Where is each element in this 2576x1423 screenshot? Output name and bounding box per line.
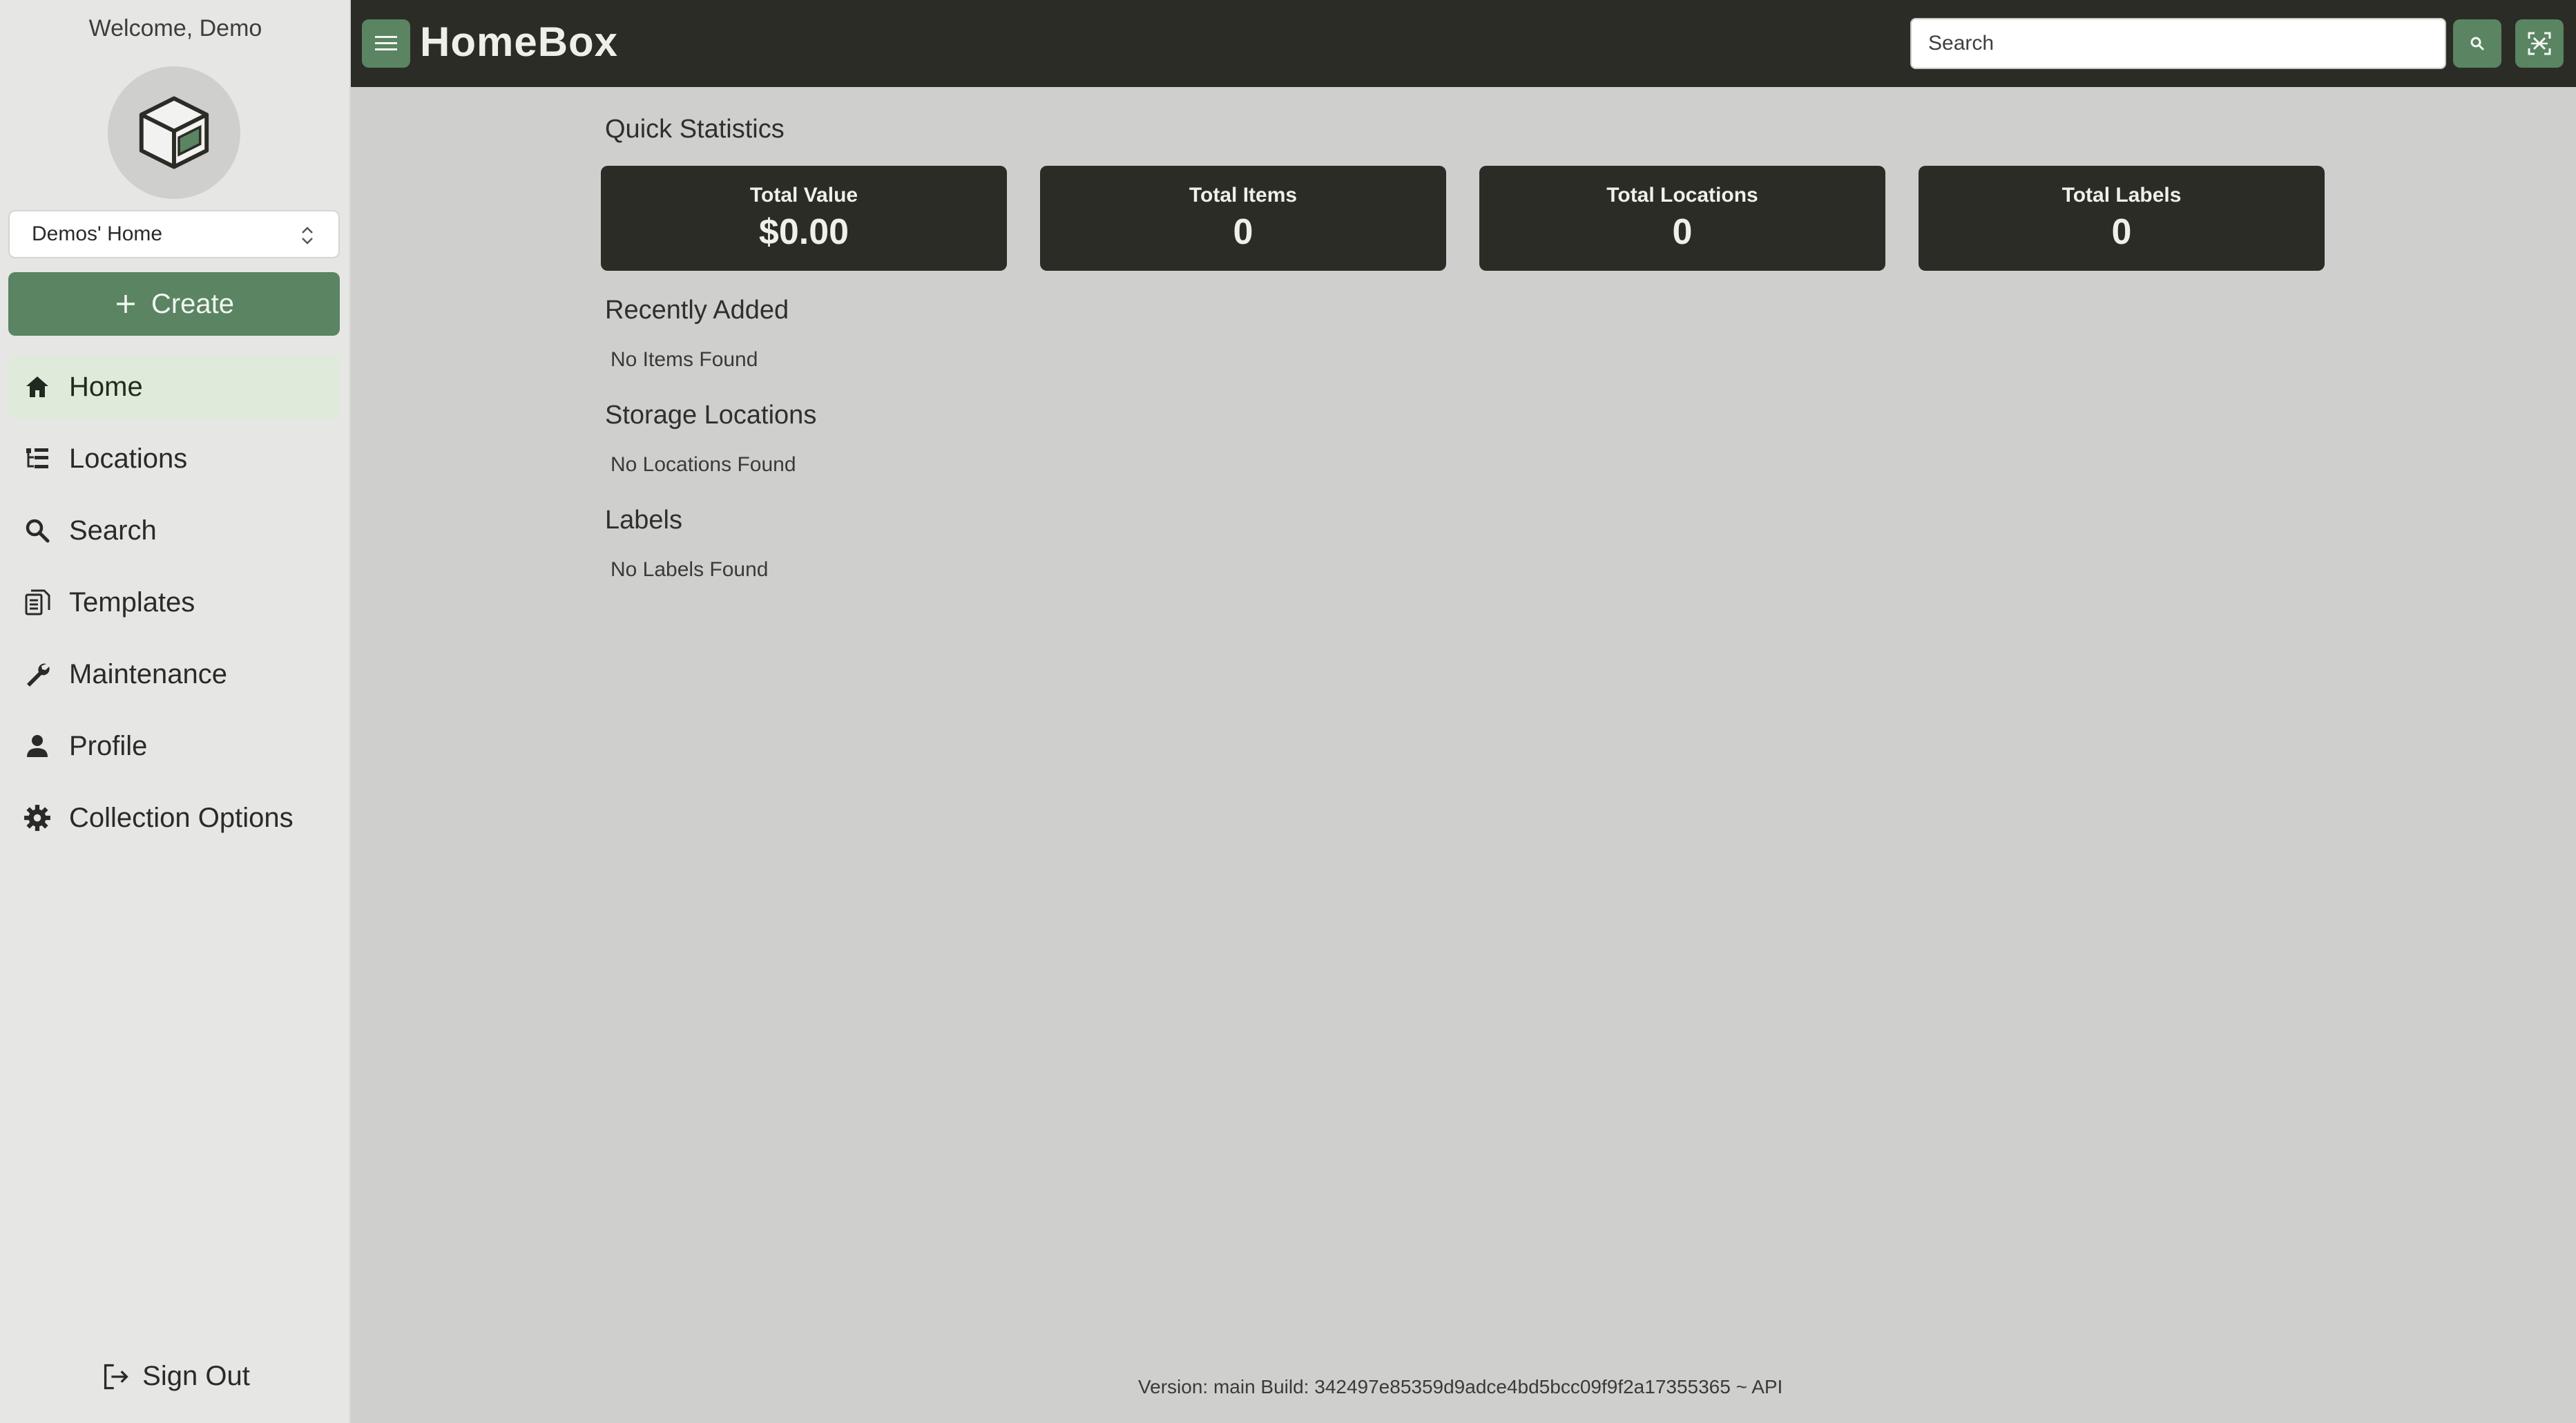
search-button[interactable] — [2453, 19, 2501, 68]
sidebar-item-label: Maintenance — [69, 658, 228, 689]
gear-icon — [22, 803, 52, 833]
home-icon — [22, 372, 52, 402]
create-button-label: Create — [151, 288, 235, 319]
menu-toggle-button[interactable] — [362, 19, 410, 68]
sidebar-item-label: Profile — [69, 730, 148, 761]
version-text: Version: main Build: 342497e85359d9adce4… — [1138, 1376, 1783, 1397]
qr-scan-icon — [2528, 32, 2551, 55]
hamburger-icon — [375, 36, 397, 50]
stat-card-total-locations: Total Locations 0 — [1479, 166, 1885, 271]
sidebar-item-label: Search — [69, 515, 157, 546]
sidebar-item-collection-options[interactable]: Collection Options — [8, 786, 340, 850]
plus-icon — [116, 295, 135, 313]
sidebar-item-label: Templates — [69, 586, 195, 618]
sidebar-item-profile[interactable]: Profile — [8, 714, 340, 778]
stat-label: Total Labels — [2061, 184, 2182, 207]
chevron-updown-icon — [302, 227, 313, 245]
sidebar-item-templates[interactable]: Templates — [8, 571, 340, 634]
sidebar-item-search[interactable]: Search — [8, 499, 340, 562]
sidebar: Welcome, Demo Demos' Home Create Home Lo… — [0, 0, 351, 1423]
sidebar-item-label: Collection Options — [69, 802, 294, 833]
storage-locations-empty: No Locations Found — [611, 453, 796, 476]
sidebar-item-label: Locations — [69, 443, 188, 474]
quick-statistics-title: Quick Statistics — [605, 115, 785, 144]
sign-out-label: Sign Out — [142, 1361, 250, 1391]
sidebar-item-home[interactable]: Home — [8, 355, 340, 419]
top-bar: HomeBox — [351, 0, 2576, 87]
stat-card-total-labels: Total Labels 0 — [1919, 166, 2325, 271]
stat-value: 0 — [1233, 212, 1253, 252]
stat-label: Total Items — [1189, 184, 1298, 207]
stat-value: 0 — [2111, 212, 2132, 252]
stat-value: 0 — [1672, 212, 1693, 252]
storage-locations-title: Storage Locations — [605, 401, 817, 430]
scan-button[interactable] — [2515, 19, 2564, 68]
sidebar-item-maintenance[interactable]: Maintenance — [8, 642, 340, 706]
sidebar-item-label: Home — [69, 371, 143, 402]
user-icon — [22, 731, 52, 761]
wrench-icon — [22, 659, 52, 689]
stat-label: Total Locations — [1606, 184, 1758, 207]
sign-out-button[interactable]: Sign Out — [0, 1361, 351, 1392]
stat-card-total-value: Total Value $0.00 — [601, 166, 1007, 271]
recently-added-empty: No Items Found — [611, 348, 758, 371]
avatar — [108, 66, 240, 199]
brand-logo[interactable]: HomeBox — [420, 18, 618, 66]
collection-select[interactable]: Demos' Home — [8, 210, 340, 258]
search-input[interactable] — [1910, 18, 2446, 69]
tree-icon — [22, 443, 52, 474]
sidebar-item-locations[interactable]: Locations — [8, 427, 340, 490]
stat-card-total-items: Total Items 0 — [1040, 166, 1446, 271]
stat-label: Total Value — [749, 184, 858, 207]
sign-out-icon — [104, 1364, 128, 1389]
document-icon — [22, 587, 52, 618]
recently-added-title: Recently Added — [605, 296, 789, 325]
labels-title: Labels — [605, 506, 682, 535]
search-icon — [22, 515, 52, 546]
box-logo-icon — [139, 96, 209, 169]
welcome-text: Welcome, Demo — [88, 15, 262, 41]
stat-value: $0.00 — [758, 212, 849, 252]
collection-select-value: Demos' Home — [32, 222, 163, 245]
create-button[interactable]: Create — [8, 272, 340, 336]
sidebar-nav: Home Locations Search Templates Maintena… — [8, 355, 340, 858]
search-icon — [2470, 37, 2485, 51]
labels-empty: No Labels Found — [611, 558, 769, 581]
